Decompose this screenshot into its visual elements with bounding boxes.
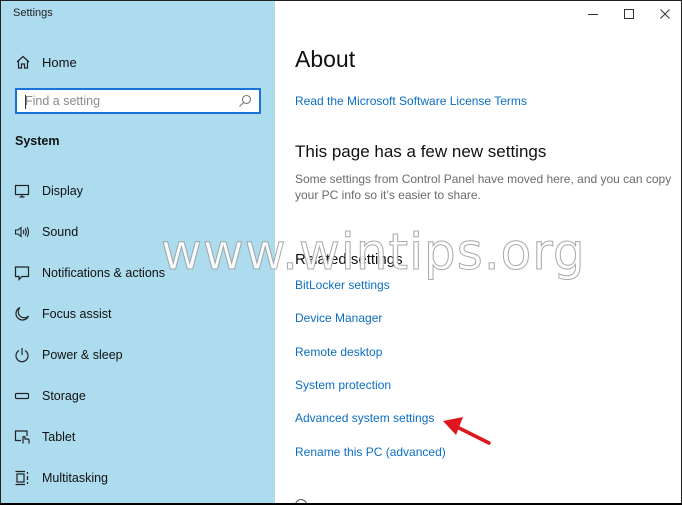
section-title: System (15, 134, 60, 148)
power-icon (14, 347, 30, 363)
sidebar-item-notifications[interactable]: Notifications & actions (1, 255, 275, 291)
sidebar-item-display[interactable]: Display (1, 173, 275, 209)
close-button[interactable] (647, 1, 681, 27)
sidebar-item-sound[interactable]: Sound (1, 214, 275, 250)
sidebar-item-storage[interactable]: Storage (1, 378, 275, 414)
sidebar-home-label: Home (42, 54, 77, 70)
display-icon (14, 183, 30, 199)
search-box[interactable] (15, 88, 261, 114)
sidebar-item-label: Multitasking (42, 471, 108, 485)
minimize-icon (585, 6, 601, 22)
close-icon (657, 6, 673, 22)
sidebar: Settings Home System Display (1, 1, 275, 503)
sidebar-item-focus-assist[interactable]: Focus assist (1, 296, 275, 332)
main-content: About Read the Microsoft Software Licens… (275, 1, 681, 503)
sidebar-item-label: Focus assist (42, 307, 112, 321)
maximize-icon (621, 6, 637, 22)
search-input[interactable] (17, 90, 237, 112)
sidebar-item-label: Sound (42, 225, 79, 239)
remote-desktop-link[interactable]: Remote desktop (295, 345, 382, 359)
advanced-system-settings-link[interactable]: Advanced system settings (295, 411, 434, 425)
sidebar-item-label: Power & sleep (42, 348, 123, 362)
focus-assist-icon (14, 306, 30, 322)
partially-visible-item (295, 497, 355, 503)
sidebar-home[interactable]: Home (15, 52, 77, 72)
minimize-button[interactable] (575, 1, 611, 27)
tablet-icon (14, 429, 30, 445)
sound-icon (14, 224, 30, 240)
sidebar-item-multitasking[interactable]: Multitasking (1, 460, 275, 496)
multitasking-icon (14, 470, 30, 486)
settings-window: Settings Home System Display (0, 0, 682, 505)
window-controls (575, 1, 681, 27)
sidebar-item-label: Notifications & actions (42, 266, 165, 280)
home-icon (15, 54, 31, 70)
sidebar-item-label: Storage (42, 389, 86, 403)
storage-icon (14, 388, 30, 404)
sidebar-item-power-sleep[interactable]: Power & sleep (1, 337, 275, 373)
rename-pc-link[interactable]: Rename this PC (advanced) (295, 445, 446, 459)
device-manager-link[interactable]: Device Manager (295, 311, 382, 325)
maximize-button[interactable] (611, 1, 647, 27)
sidebar-item-label: Display (42, 184, 83, 198)
app-title: Settings (13, 7, 53, 19)
help-icon (295, 499, 307, 503)
new-settings-description: Some settings from Control Panel have mo… (295, 172, 672, 202)
search-icon[interactable] (237, 93, 253, 109)
sidebar-item-tablet[interactable]: Tablet (1, 419, 275, 455)
bitlocker-settings-link[interactable]: BitLocker settings (295, 278, 390, 292)
system-protection-link[interactable]: System protection (295, 378, 391, 392)
text-caret (25, 95, 26, 109)
page-title: About (295, 46, 356, 72)
notifications-icon (14, 265, 30, 281)
related-settings-heading: Related settings (295, 251, 403, 268)
sidebar-item-label: Tablet (42, 430, 76, 444)
license-terms-link[interactable]: Read the Microsoft Software License Term… (295, 94, 527, 108)
new-settings-heading: This page has a few new settings (295, 142, 547, 161)
